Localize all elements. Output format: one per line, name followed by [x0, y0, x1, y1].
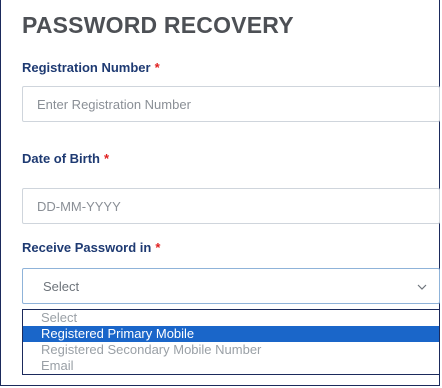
registration-number-input[interactable]: Enter Registration Number — [22, 86, 440, 122]
date-of-birth-placeholder: DD-MM-YYYY — [37, 198, 121, 214]
option-registered-primary-mobile[interactable]: Registered Primary Mobile — [23, 326, 439, 342]
date-of-birth-label-text: Date of Birth — [22, 151, 100, 166]
chevron-down-icon — [417, 284, 427, 290]
receive-password-label-text: Receive Password in — [22, 240, 152, 255]
dropdown-options-list: Select Registered Primary Mobile Registe… — [22, 309, 440, 375]
registration-number-label-text: Registration Number — [22, 60, 151, 75]
option-select[interactable]: Select — [23, 310, 439, 326]
select-value: Select — [43, 278, 80, 294]
date-of-birth-input[interactable]: DD-MM-YYYY — [22, 188, 440, 224]
registration-number-placeholder: Enter Registration Number — [37, 96, 191, 112]
option-registered-secondary-mobile[interactable]: Registered Secondary Mobile Number — [23, 342, 439, 358]
required-marker: * — [104, 151, 110, 166]
date-of-birth-label: Date of Birth * — [22, 151, 109, 166]
registration-number-label: Registration Number * — [22, 60, 160, 75]
receive-password-select[interactable]: Select — [22, 268, 440, 304]
option-email[interactable]: Email — [23, 358, 439, 374]
required-marker: * — [155, 240, 161, 255]
page-title: PASSWORD RECOVERY — [22, 12, 294, 38]
required-marker: * — [154, 60, 160, 75]
receive-password-label: Receive Password in * — [22, 240, 160, 255]
